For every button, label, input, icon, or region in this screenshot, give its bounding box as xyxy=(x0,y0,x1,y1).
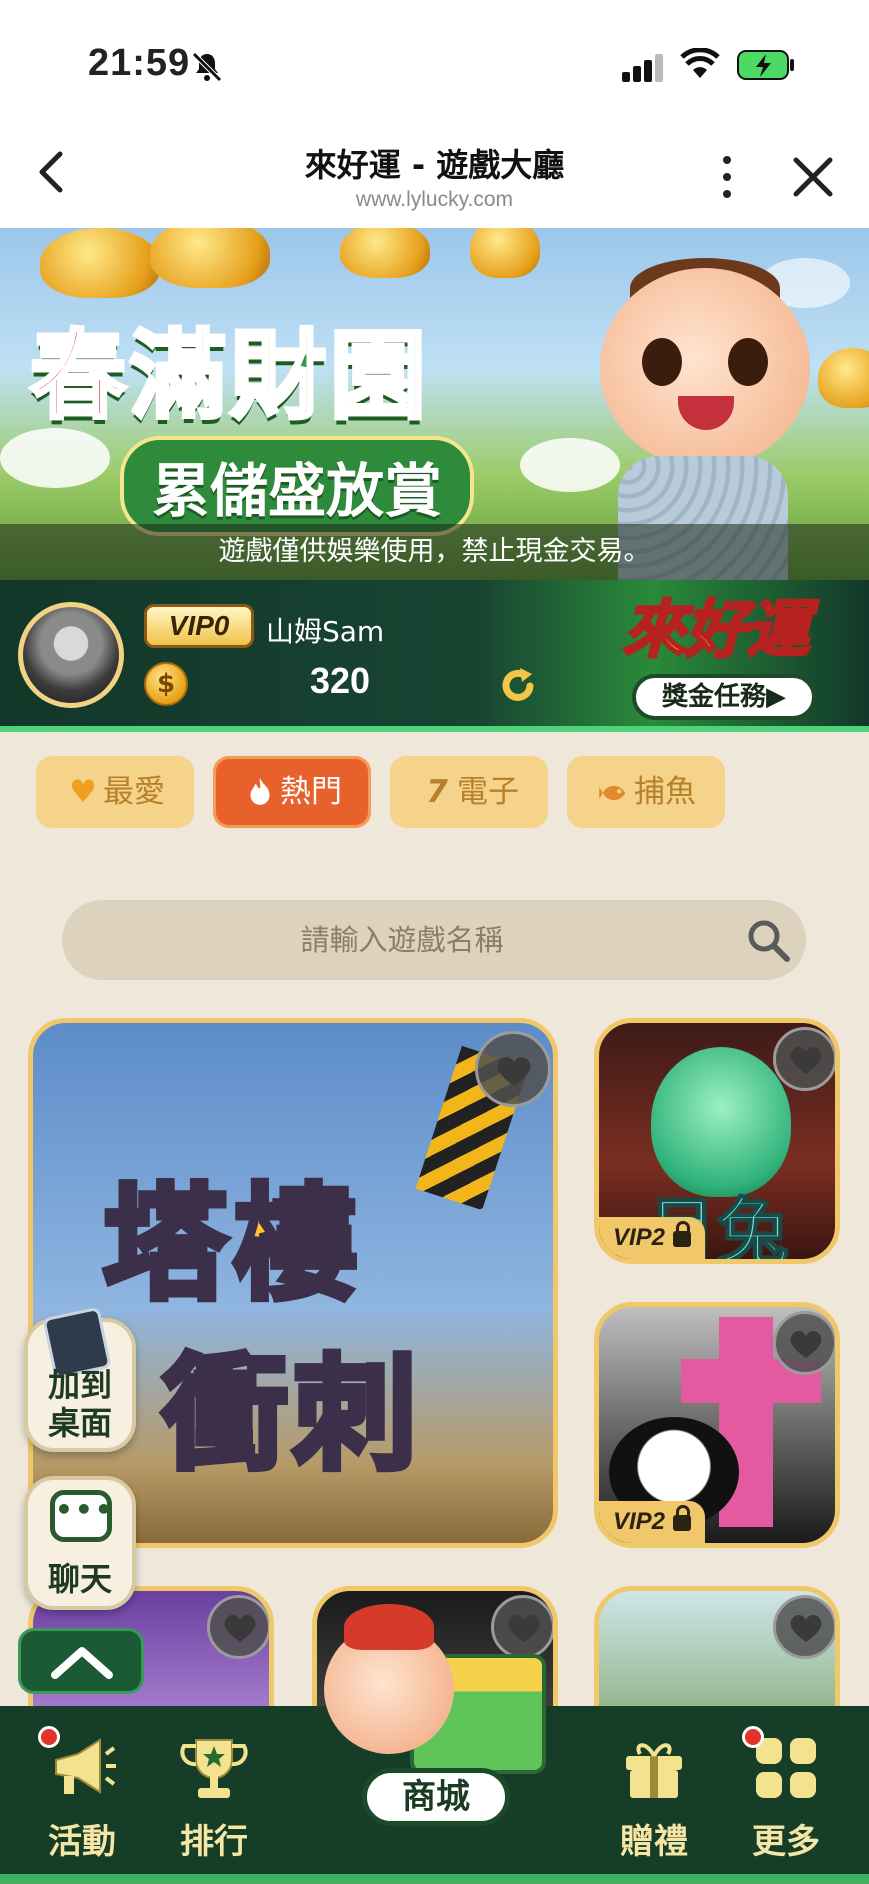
promo-logo: 來好運 xyxy=(621,592,810,668)
favorite-heart-button[interactable] xyxy=(475,1031,551,1107)
chat-button[interactable]: ••• 聊天 xyxy=(24,1476,136,1610)
vip-badge[interactable]: VIP0 xyxy=(144,604,254,648)
status-time: 21:59 xyxy=(88,42,191,84)
refresh-icon[interactable] xyxy=(496,664,540,708)
notification-dot xyxy=(38,1726,60,1748)
avatar[interactable] xyxy=(18,602,124,708)
heart-icon: ♥ xyxy=(69,774,97,810)
notification-dot xyxy=(742,1726,764,1748)
bell-muted-icon xyxy=(192,52,222,82)
favorite-heart-button[interactable] xyxy=(773,1027,835,1091)
signal-icon xyxy=(622,52,666,82)
gift-icon xyxy=(626,1743,682,1798)
tab-favorites[interactable]: ♥ 最愛 xyxy=(36,756,194,828)
chat-bubble-icon: ••• xyxy=(50,1490,113,1542)
flame-icon xyxy=(242,756,278,828)
battery-charging-icon xyxy=(737,50,794,80)
heart-icon xyxy=(790,1330,822,1358)
favorite-heart-button[interactable] xyxy=(773,1311,835,1375)
wifi-icon xyxy=(680,48,720,78)
chat-label: 聊天 xyxy=(47,1560,112,1598)
chevron-up-icon xyxy=(51,1647,113,1679)
game-card-tower-dash[interactable]: 塔樓 衝刺 xyxy=(28,1018,558,1548)
vip-lock-tag: VIP2 xyxy=(599,1501,706,1543)
username: 山姆Sam xyxy=(266,615,385,648)
lock-icon xyxy=(673,1505,692,1531)
slot-seven-icon: 7 xyxy=(426,774,448,810)
browser-header: 來好運 - 遊戲大廳 www.lylucky.com xyxy=(0,120,869,228)
banner-subtitle: 累儲盛放賞 xyxy=(120,436,475,536)
game-title-line2: 衝刺 xyxy=(160,1340,424,1490)
heart-icon xyxy=(790,1614,822,1642)
coin-icon: $ xyxy=(144,662,188,706)
promo-banner[interactable]: 春滿財園 累儲盛放賞 遊戲僅供娛樂使用，禁止現金交易。 xyxy=(0,228,869,580)
tab-fishing[interactable]: 捕魚 xyxy=(567,756,725,828)
nav-events[interactable]: 活動 xyxy=(12,1706,152,1874)
lock-icon xyxy=(673,1221,692,1247)
favorite-heart-button[interactable] xyxy=(207,1595,269,1659)
game-card-lunar-rabbit[interactable]: 月兔 VIP2 xyxy=(594,1018,840,1264)
search-icon[interactable] xyxy=(744,916,792,964)
status-bar: 21:59 xyxy=(0,0,869,120)
mascot-image xyxy=(600,268,810,468)
nav-ranking[interactable]: 排行 xyxy=(144,1706,284,1874)
shop-label: 商城 xyxy=(362,1768,510,1826)
grid-more-icon xyxy=(756,1738,816,1798)
megaphone-icon xyxy=(55,1738,116,1794)
heart-icon xyxy=(790,1046,822,1074)
nav-more[interactable]: 更多 xyxy=(716,1706,856,1874)
favorite-heart-button[interactable] xyxy=(773,1595,835,1659)
mascot-eye xyxy=(728,338,768,386)
search-bar xyxy=(62,900,806,980)
mascot-hat xyxy=(344,1604,434,1650)
nav-gifts[interactable]: 贈禮 xyxy=(584,1706,724,1874)
tab-popular[interactable]: 熱門 xyxy=(213,756,371,828)
bonus-task-button[interactable]: 獎金任務▶ xyxy=(632,674,816,720)
scroll-to-top-button[interactable] xyxy=(18,1628,144,1694)
game-title-line1: 塔樓 xyxy=(100,1170,364,1320)
nav-shop[interactable]: 商城 xyxy=(314,1604,554,1834)
trophy-icon xyxy=(180,1739,248,1798)
add-to-desktop-button[interactable]: 加到 桌面 xyxy=(24,1306,136,1452)
banner-notice: 遊戲僅供娛樂使用，禁止現金交易。 xyxy=(0,524,869,580)
close-icon[interactable] xyxy=(786,150,840,204)
user-panel: VIP0 山姆Sam $ 320 來好運 獎金任務▶ xyxy=(0,580,869,732)
fish-icon xyxy=(596,756,632,828)
tab-slots[interactable]: 7 電子 xyxy=(390,756,548,828)
more-vertical-icon[interactable] xyxy=(700,150,754,204)
add-to-desktop-label: 加到 桌面 xyxy=(47,1366,112,1442)
vip-lock-tag: VIP2 xyxy=(599,1217,706,1259)
search-input[interactable] xyxy=(62,900,742,980)
heart-icon xyxy=(497,1057,531,1086)
banner-title: 春滿財園 xyxy=(28,318,430,434)
heart-icon xyxy=(224,1614,256,1642)
game-card-hot-ross[interactable]: VIP2 xyxy=(594,1302,840,1548)
coin-balance: 320 xyxy=(309,660,371,701)
mascot-eye xyxy=(642,338,682,386)
